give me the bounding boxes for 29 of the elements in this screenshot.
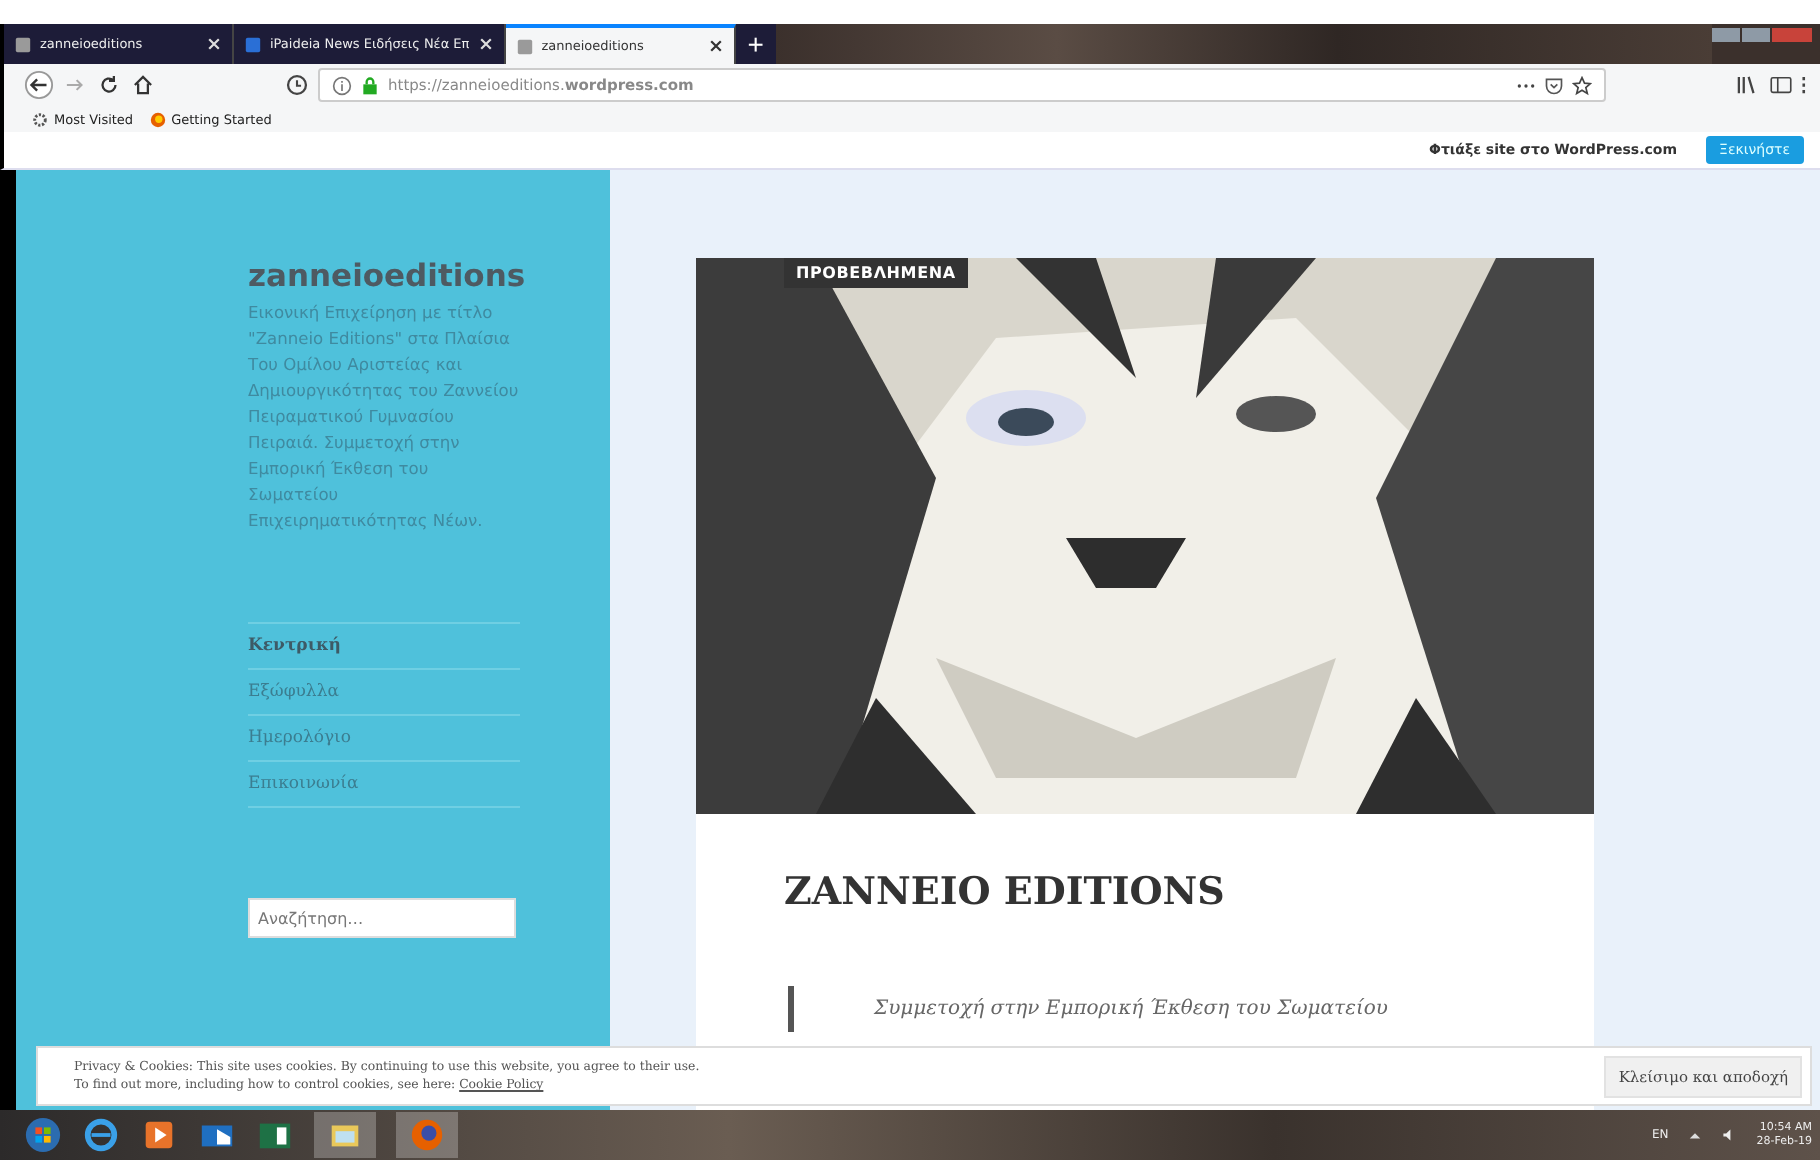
- sidebar-icon[interactable]: [1768, 72, 1794, 98]
- featured-badge: ΠΡΟΒΕΒΛΗΜΕΝΑ: [784, 258, 968, 288]
- reload-icon[interactable]: [96, 72, 122, 98]
- star-icon[interactable]: [1572, 75, 1592, 95]
- caret-icon[interactable]: [1688, 1128, 1703, 1142]
- info-icon[interactable]: [332, 75, 352, 95]
- menu-item[interactable]: Κεντρική: [248, 624, 520, 670]
- start-icon[interactable]: [24, 1116, 62, 1154]
- page-icon: [244, 35, 262, 53]
- firefox-icon: [149, 111, 166, 127]
- site-description: Εικονική Επιχείρηση με τίτλο "Zanneio Editions" στα Πλαίσια Του Ομίλου Αριστείας και Δημιουργικότητας του Ζαννείου Πειραματικού Γυμνασίου Πειραιά. Συμμετοχή στην Εμπορική Έκθεση του Σωματείου Επιχειρηματικότητας Νέων.: [248, 300, 520, 534]
- pocket-icon[interactable]: [1544, 75, 1564, 95]
- lock-icon: [360, 75, 380, 95]
- post-quote: Συμμετοχή στην Εμπορική Έκθεση του Σωματείου: [788, 986, 1506, 1032]
- post-title[interactable]: ZANNEIO EDITIONS: [784, 870, 1506, 914]
- window-controls[interactable]: [1712, 24, 1820, 64]
- folder-icon[interactable]: [314, 1112, 376, 1158]
- history-icon[interactable]: [284, 72, 310, 98]
- back-icon[interactable]: [24, 70, 54, 100]
- media-player-icon[interactable]: [140, 1116, 178, 1154]
- new-tab-button[interactable]: +: [735, 24, 776, 64]
- home-icon[interactable]: [130, 72, 156, 98]
- search-field[interactable]: Αναζήτηση…: [248, 898, 516, 938]
- gear-icon: [32, 111, 48, 127]
- browser-icon[interactable]: [82, 1116, 120, 1154]
- close-icon[interactable]: [707, 38, 724, 54]
- page-icon: [14, 35, 32, 53]
- library-icon[interactable]: [1734, 72, 1760, 98]
- page-icon: [515, 37, 534, 55]
